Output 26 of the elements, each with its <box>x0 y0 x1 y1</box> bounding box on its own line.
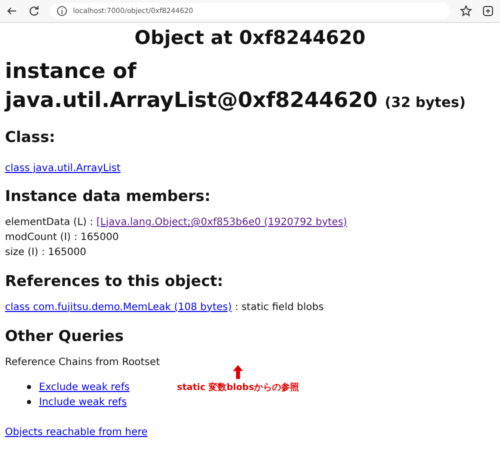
object-heading: instance of java.util.ArrayList@0xf8244620 (32 bytes) <box>5 58 467 114</box>
section-heading: Other Queries <box>5 326 125 345</box>
refresh-icon[interactable] <box>28 5 40 17</box>
query-subtitle: Reference Chains from Rootset <box>5 356 161 370</box>
section-heading: Instance data members: <box>5 186 212 205</box>
class-link[interactable]: class java.util.ArrayList <box>5 162 121 174</box>
page-title: Object at 0xf8244620 <box>134 27 366 49</box>
member-label: elementData (L) : <box>5 216 94 230</box>
query-link[interactable]: Exclude weak refs <box>39 380 130 395</box>
up-arrow-icon <box>233 365 244 379</box>
reachable-link[interactable]: Objects reachable from here <box>5 426 148 438</box>
bullet-icon <box>27 400 31 404</box>
annotation-text: static 変数blobsからの参照 <box>177 381 300 394</box>
reference-note: : static field blobs <box>234 300 324 315</box>
section-heading: Class: <box>5 128 56 146</box>
plus-icon[interactable] <box>482 5 494 17</box>
star-icon[interactable] <box>460 5 472 17</box>
info-icon <box>56 5 68 17</box>
bullet-icon <box>27 385 31 390</box>
query-link[interactable]: Include weak refs <box>39 394 127 410</box>
section-heading: References to this object: <box>5 272 224 290</box>
member-label: size (I) : 165000 <box>5 246 86 260</box>
back-icon[interactable] <box>6 5 18 17</box>
reference-link[interactable]: class com.fujitsu.demo.MemLeak (108 bytes) <box>5 300 232 315</box>
member-label: modCount (I) : 165000 <box>5 230 119 245</box>
member-link[interactable]: [Ljava.lang.Object;@0xf853b6e0 (1920792 bytes) <box>96 214 348 230</box>
